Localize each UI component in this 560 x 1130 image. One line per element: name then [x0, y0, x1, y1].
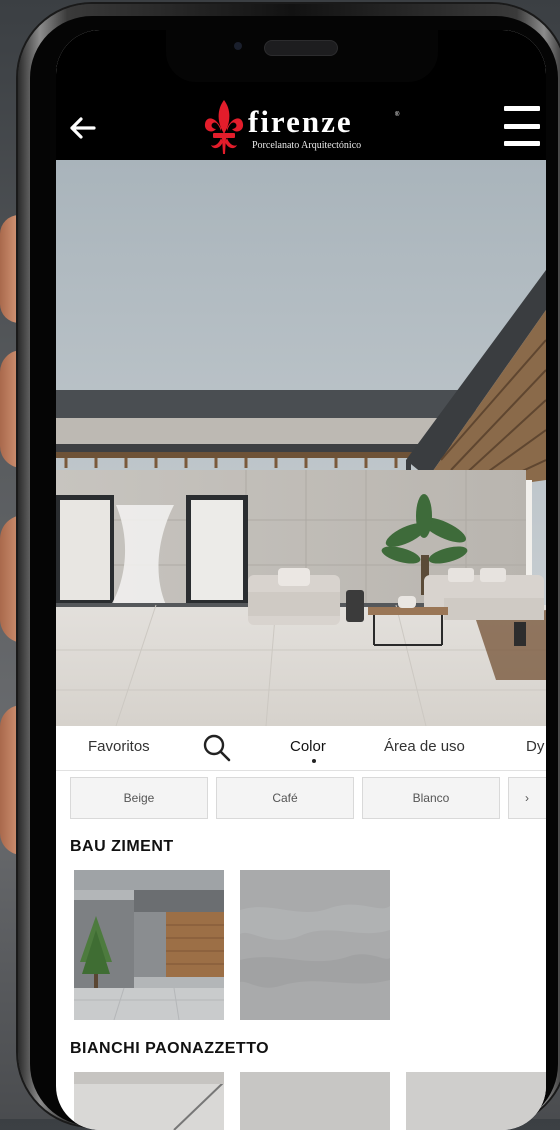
- phone-notch: [166, 30, 438, 82]
- collection-thumbnail[interactable]: [240, 870, 390, 1020]
- chip-next[interactable]: ›: [508, 777, 546, 819]
- brand-tagline: Porcelanato Arquitectónico: [252, 140, 362, 151]
- front-camera: [234, 42, 242, 50]
- tab-truncated[interactable]: Dy: [526, 738, 544, 755]
- color-filter-chips: Beige Café Blanco ›: [56, 771, 546, 827]
- phone-screen: firenze ® Porcelanato Arquitectónico Fav…: [56, 30, 546, 1130]
- facade-render: [74, 870, 224, 1020]
- hamburger-menu-button[interactable]: [504, 106, 540, 146]
- menu-line: [504, 123, 540, 129]
- stone-texture: [240, 870, 390, 1020]
- tab-color[interactable]: Color: [290, 738, 326, 755]
- chip-beige[interactable]: Beige: [70, 777, 208, 819]
- speaker-grille: [264, 40, 338, 56]
- brand-logo[interactable]: firenze ® Porcelanato Arquitectónico: [202, 98, 399, 156]
- marble-render: [74, 1072, 224, 1130]
- collection-thumbnail[interactable]: [240, 1072, 390, 1130]
- tab-favoritos[interactable]: Favoritos: [88, 738, 150, 755]
- fleur-de-lis-icon: [204, 100, 244, 154]
- chip-blanco[interactable]: Blanco: [362, 777, 500, 819]
- collection-title: BIANCHI PAONAZZETTO: [70, 1040, 270, 1057]
- registered-mark: ®: [395, 112, 400, 118]
- arrow-left-icon: [70, 117, 96, 139]
- collection-thumbnail[interactable]: [74, 1072, 224, 1130]
- filter-tabs: Favoritos Color Área de uso Dy: [56, 726, 546, 771]
- collection-thumbnail[interactable]: [74, 870, 224, 1020]
- collection-title: BAU ZIMENT: [70, 838, 174, 855]
- chip-cafe[interactable]: Café: [216, 777, 354, 819]
- hamburger-menu-icon: [504, 106, 540, 111]
- brand-name: firenze: [248, 104, 353, 139]
- terrace-render: [56, 160, 546, 726]
- search-icon: [203, 734, 231, 762]
- back-button[interactable]: [62, 110, 102, 146]
- tab-area-de-uso[interactable]: Área de uso: [384, 738, 465, 755]
- collection-thumbnail[interactable]: [406, 1072, 546, 1130]
- chevron-right-icon: ›: [525, 791, 529, 805]
- search-button[interactable]: [202, 733, 232, 763]
- menu-line: [504, 141, 540, 146]
- hero-image: [56, 160, 546, 726]
- active-tab-indicator: [312, 759, 316, 763]
